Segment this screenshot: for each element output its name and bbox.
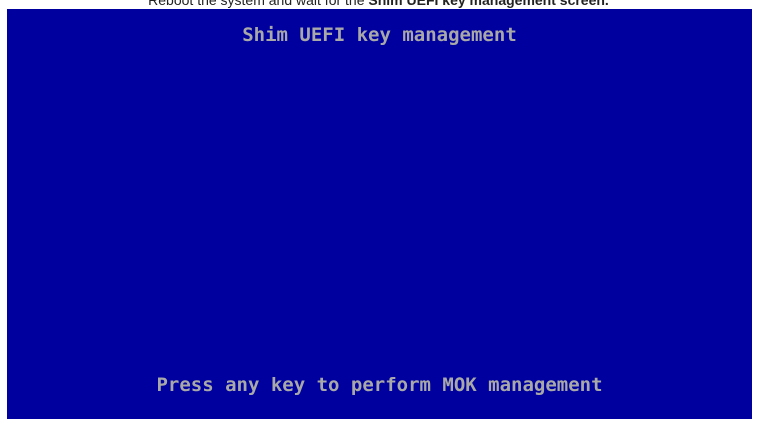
console-title: Shim UEFI key management xyxy=(242,24,517,46)
page: Reboot the system and wait for the Shim … xyxy=(0,0,757,421)
caption-bold-text: Shim UEFI key management screen. xyxy=(368,0,609,8)
console-prompt: Press any key to perform MOK management xyxy=(156,374,603,396)
caption-prefix: Reboot the system and wait for the xyxy=(148,0,369,8)
uefi-console-screen[interactable]: Shim UEFI key management Press any key t… xyxy=(7,9,752,419)
document-caption: Reboot the system and wait for the Shim … xyxy=(0,0,757,8)
